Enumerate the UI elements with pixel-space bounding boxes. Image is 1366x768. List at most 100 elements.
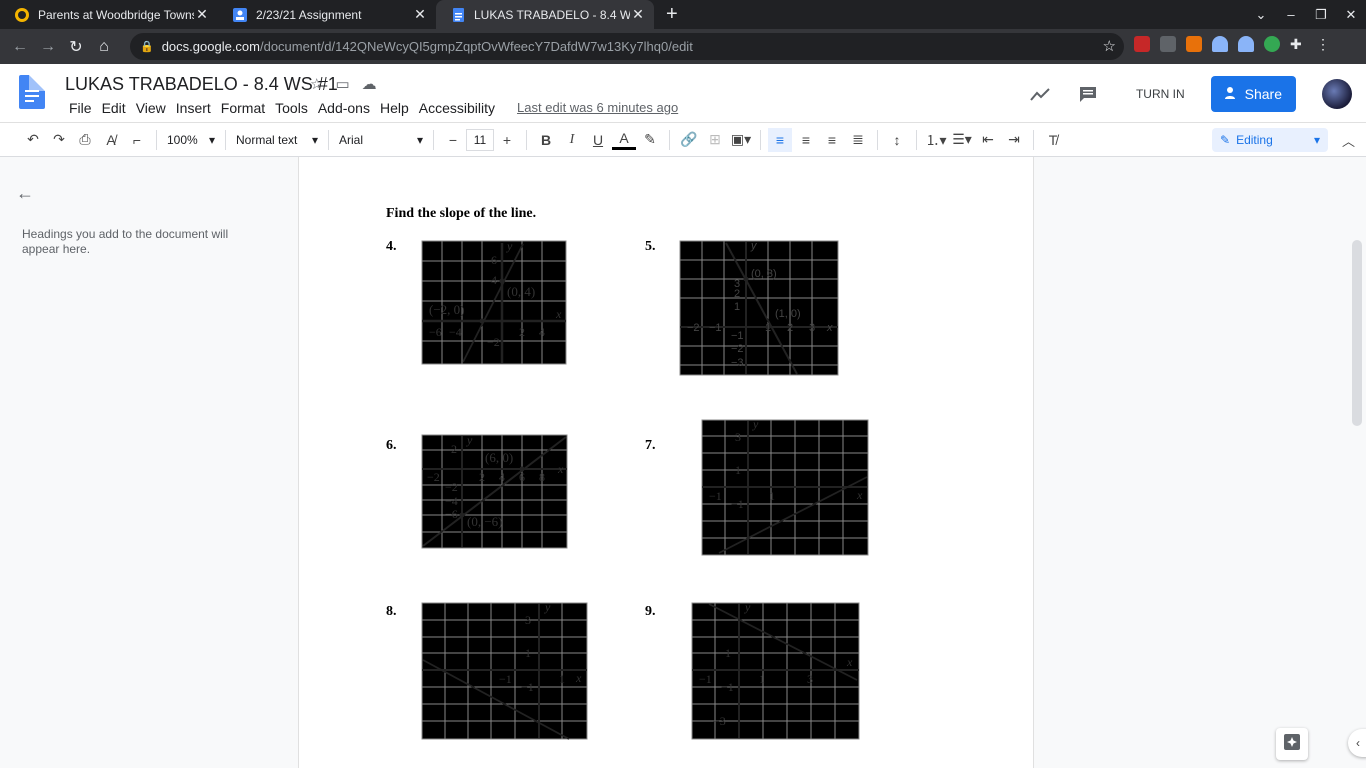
- decrease-font-size-icon[interactable]: −: [441, 128, 465, 152]
- font-size-input[interactable]: 11: [466, 128, 494, 151]
- align-center-icon[interactable]: ≡: [794, 128, 818, 152]
- align-right-icon[interactable]: ≡: [820, 128, 844, 152]
- problem-number: 8.: [386, 604, 397, 619]
- kebab-menu-icon[interactable]: ⋮: [1316, 36, 1332, 52]
- tick-label: 2: [787, 322, 793, 334]
- clear-formatting-icon[interactable]: T̸: [1041, 128, 1065, 152]
- tick-label: 1: [734, 301, 740, 313]
- tick-label: 1: [769, 489, 775, 503]
- problem-number: 4.: [386, 239, 397, 254]
- person-add-icon: [1224, 86, 1239, 102]
- reload-icon[interactable]: ↻: [62, 37, 90, 57]
- bold-icon[interactable]: B: [534, 128, 558, 152]
- new-tab-button[interactable]: +: [666, 0, 678, 29]
- header-actions: TURN IN Share: [1022, 76, 1352, 112]
- docs-logo-icon[interactable]: [19, 75, 45, 109]
- browser-tab-1[interactable]: Parents at Woodbridge Townsh ✕: [0, 0, 218, 29]
- undo-icon[interactable]: ↶: [21, 128, 45, 152]
- forward-icon[interactable]: →: [34, 38, 62, 56]
- menu-addons[interactable]: Add-ons: [313, 100, 375, 116]
- explore-button[interactable]: [1276, 728, 1308, 760]
- tick-label: 4: [491, 273, 497, 287]
- extension-icon[interactable]: [1160, 36, 1176, 52]
- home-icon[interactable]: ⌂: [90, 38, 118, 56]
- last-edit-link[interactable]: Last edit was 6 minutes ago: [512, 100, 683, 116]
- add-comment-icon[interactable]: ⊞: [703, 128, 727, 152]
- tab-search-icon[interactable]: ⌄: [1246, 7, 1276, 23]
- divider: [877, 129, 878, 150]
- extension-icon[interactable]: [1186, 36, 1202, 52]
- zoom-select[interactable]: 100% ▾: [163, 133, 219, 147]
- insert-image-icon[interactable]: ▣▾: [729, 128, 753, 152]
- share-button[interactable]: Share: [1210, 76, 1296, 112]
- link-icon[interactable]: 🔗: [677, 128, 701, 152]
- caret-down-icon: ▾: [311, 132, 318, 147]
- menu-accessibility[interactable]: Accessibility: [414, 100, 500, 116]
- menu-help[interactable]: Help: [375, 100, 414, 116]
- graph-problem-9: 1 −1 1 3 −1 −3 x y: [691, 602, 860, 740]
- line-spacing-icon[interactable]: ↕: [885, 128, 909, 152]
- menu-tools[interactable]: Tools: [270, 100, 313, 116]
- shield-icon[interactable]: [1238, 36, 1254, 52]
- star-icon[interactable]: ☆: [310, 75, 323, 93]
- puzzle-icon[interactable]: ✚: [1290, 36, 1306, 52]
- increase-indent-icon[interactable]: ⇥: [1002, 128, 1026, 152]
- caret-down-icon: ▾: [416, 132, 423, 147]
- underline-icon[interactable]: U: [586, 128, 610, 152]
- activity-trend-icon[interactable]: [1022, 76, 1058, 112]
- extension-icon[interactable]: [1264, 36, 1280, 52]
- close-window-icon[interactable]: ✕: [1336, 7, 1366, 23]
- increase-font-size-icon[interactable]: +: [495, 128, 519, 152]
- close-icon[interactable]: ✕: [630, 6, 646, 23]
- close-outline-icon[interactable]: ←: [16, 183, 34, 204]
- tick-label: 1: [725, 646, 731, 660]
- document-page[interactable]: Find the slope of the line. 4. 5. 6. 7. …: [298, 157, 1034, 768]
- back-icon[interactable]: ←: [6, 38, 34, 56]
- minimize-icon[interactable]: –: [1276, 7, 1306, 22]
- style-select[interactable]: Normal text ▾: [232, 133, 322, 147]
- address-bar[interactable]: 🔒 docs.google.com/document/d/142QNeWcyQI…: [130, 33, 1124, 60]
- tick-label: 8: [539, 470, 545, 484]
- comments-icon[interactable]: [1070, 76, 1106, 112]
- side-panel-toggle[interactable]: ‹: [1348, 729, 1366, 757]
- justify-icon[interactable]: ≣: [846, 128, 870, 152]
- browser-tab-3[interactable]: LUKAS TRABADELO - 8.4 WS #1 ✕: [436, 0, 654, 29]
- menu-format[interactable]: Format: [216, 100, 270, 116]
- restore-icon[interactable]: ❐: [1306, 7, 1336, 23]
- point-marker: [499, 278, 505, 284]
- menu-bar: File Edit View Insert Format Tools Add-o…: [64, 100, 683, 116]
- url-path: /document/d/142QNeWcyQI5gmpZqptOvWfeecY7…: [259, 39, 693, 54]
- spellcheck-icon[interactable]: A̸: [99, 128, 123, 152]
- menu-insert[interactable]: Insert: [171, 100, 216, 116]
- highlight-icon[interactable]: ✎: [638, 128, 662, 152]
- menu-view[interactable]: View: [131, 100, 171, 116]
- document-title[interactable]: LUKAS TRABADELO - 8.4 WS #1: [65, 74, 338, 95]
- paint-format-icon[interactable]: ⌐: [125, 128, 149, 152]
- bookmark-star-icon[interactable]: ☆: [1103, 37, 1116, 55]
- axis-label: x: [575, 671, 582, 685]
- collapse-menus-icon[interactable]: ︿: [1342, 131, 1355, 150]
- menu-file[interactable]: File: [64, 100, 97, 116]
- close-icon[interactable]: ✕: [194, 6, 210, 23]
- bulleted-list-icon[interactable]: ☰▾: [950, 128, 974, 152]
- close-icon[interactable]: ✕: [412, 6, 428, 23]
- vertical-scrollbar[interactable]: [1352, 240, 1362, 426]
- print-icon[interactable]: ⎙: [73, 128, 97, 152]
- browser-tab-2[interactable]: 2/23/21 Assignment ✕: [218, 0, 436, 29]
- avatar[interactable]: [1322, 79, 1352, 109]
- italic-icon[interactable]: I: [560, 128, 584, 152]
- text-color-icon[interactable]: A: [612, 130, 636, 150]
- move-folder-icon[interactable]: ▭: [335, 75, 349, 93]
- tick-label: 1: [525, 646, 531, 660]
- redo-icon[interactable]: ↷: [47, 128, 71, 152]
- turn-in-button[interactable]: TURN IN: [1121, 76, 1199, 112]
- decrease-indent-icon[interactable]: ⇤: [976, 128, 1000, 152]
- align-left-icon[interactable]: ≡: [768, 127, 792, 152]
- shield-icon[interactable]: [1212, 36, 1228, 52]
- menu-edit[interactable]: Edit: [97, 100, 131, 116]
- numbered-list-icon[interactable]: ⒈▾: [924, 128, 948, 152]
- font-select[interactable]: Arial ▾: [335, 133, 427, 147]
- extension-icon[interactable]: [1134, 36, 1150, 52]
- editing-mode-select[interactable]: ✎ Editing ▾: [1212, 128, 1328, 152]
- cloud-status-icon[interactable]: ☁: [362, 75, 377, 93]
